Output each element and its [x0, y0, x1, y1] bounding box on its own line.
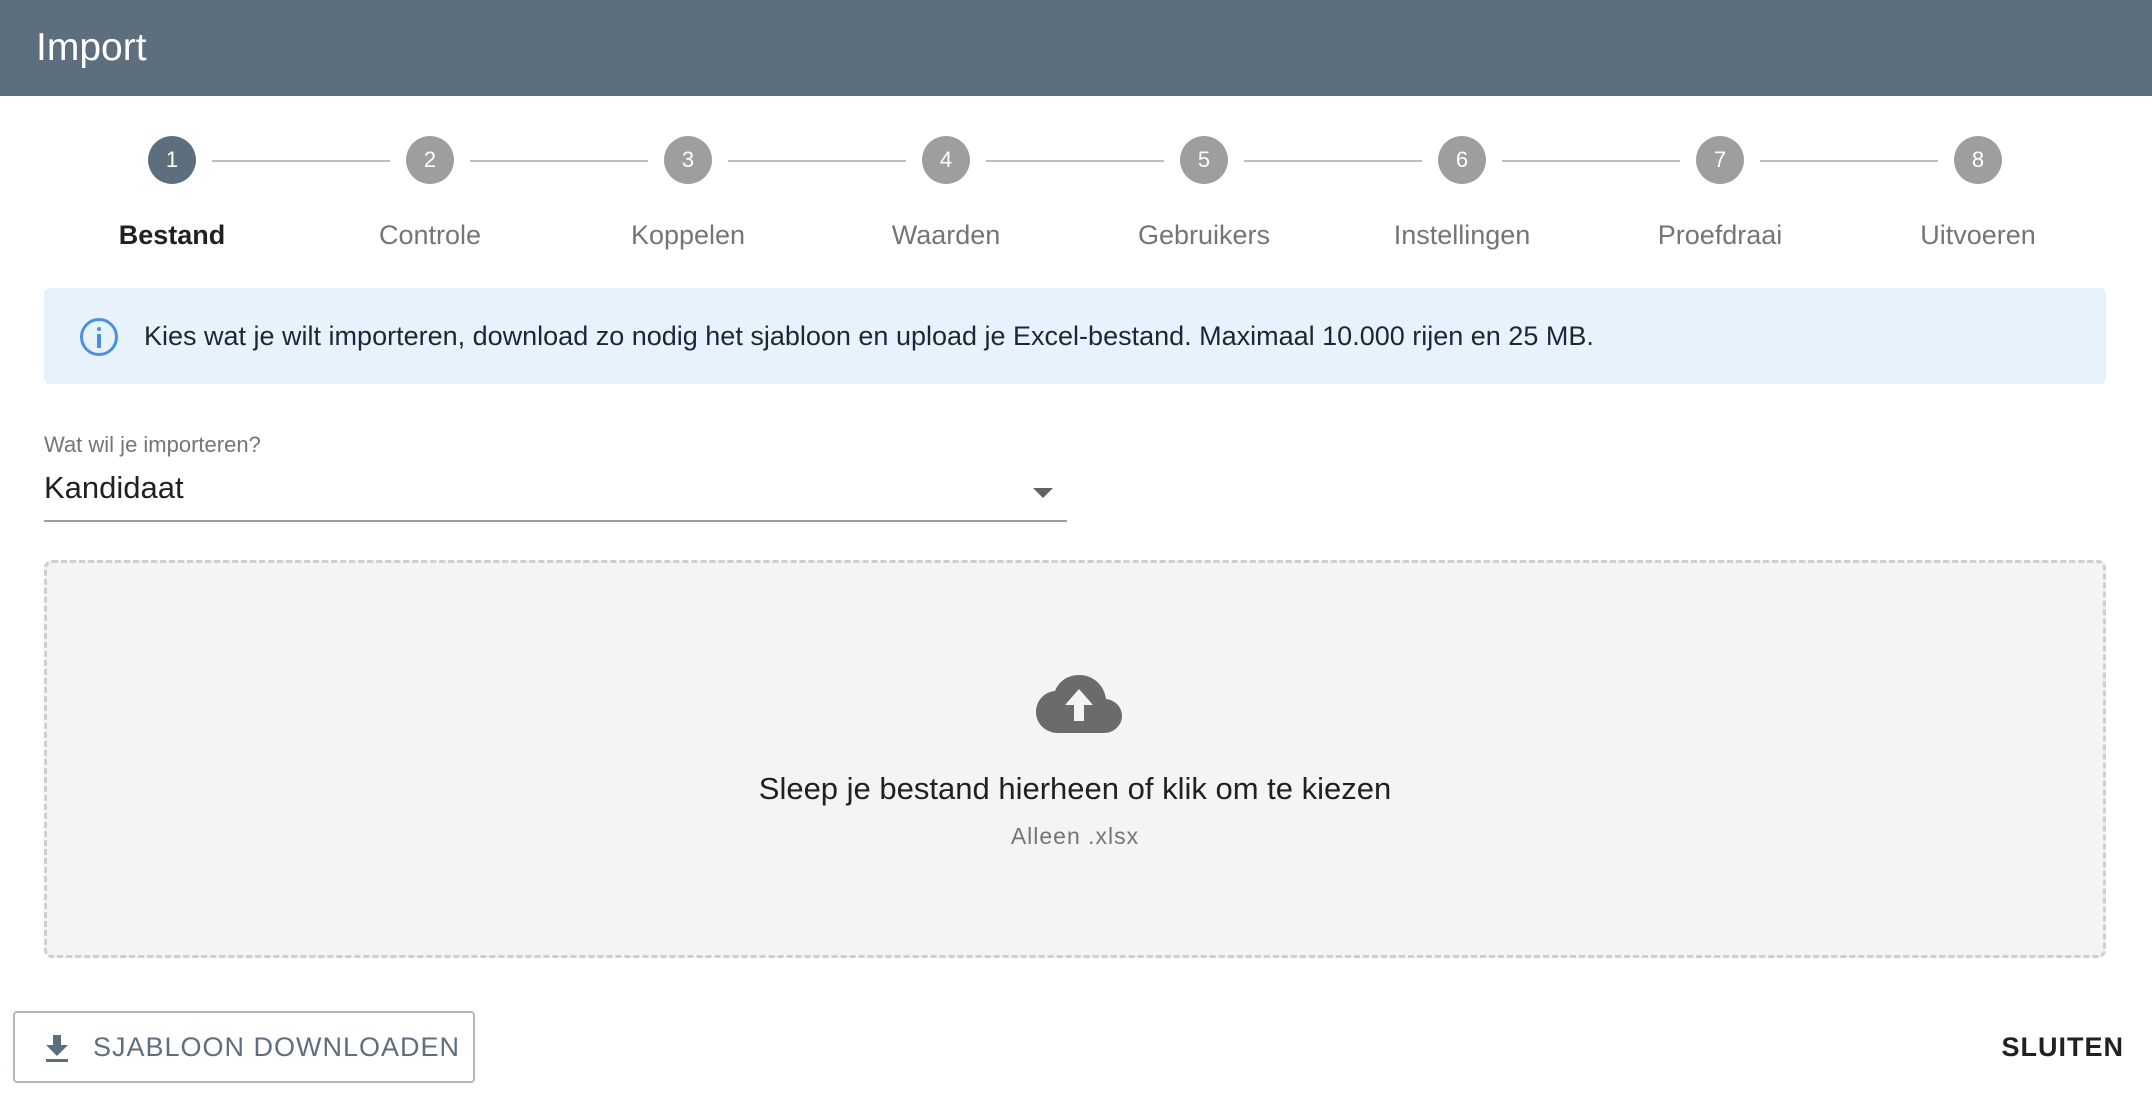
step-connector [728, 160, 906, 162]
download-template-button[interactable]: SJABLOON DOWNLOADEN [13, 1011, 475, 1083]
info-text: Kies wat je wilt importeren, download zo… [144, 321, 1594, 351]
step-number: 7 [1696, 136, 1744, 184]
step-connector [212, 160, 390, 162]
step-label: Instellingen [1393, 220, 1531, 250]
dropzone-subtitle: Alleen .xlsx [1010, 823, 1140, 849]
info-banner: Kies wat je wilt importeren, download zo… [44, 288, 2106, 384]
step-number: 5 [1180, 136, 1228, 184]
step-label: Uitvoeren [1920, 220, 2036, 250]
step-number: 6 [1438, 136, 1486, 184]
step-connector [470, 160, 648, 162]
download-icon [46, 1035, 68, 1062]
dialog-title: Import [36, 26, 147, 69]
step-label: Bestand [118, 220, 226, 250]
import-type-label: Wat wil je importeren? [44, 432, 261, 457]
step-label: Waarden [891, 220, 1001, 250]
step-connector [1502, 160, 1680, 162]
dropzone-title: Sleep je bestand hierheen of klik om te … [758, 771, 1392, 806]
step-number: 4 [922, 136, 970, 184]
close-button[interactable]: SLUITEN [2001, 1011, 2124, 1083]
step-label: Koppelen [630, 220, 746, 250]
dialog-header: Import [0, 0, 2152, 96]
step-number: 8 [1954, 136, 2002, 184]
step-label: Controle [378, 220, 482, 250]
chevron-down-icon[interactable] [1033, 488, 1053, 498]
step-connector [1244, 160, 1422, 162]
step-number: 3 [664, 136, 712, 184]
cloud-upload-icon [1036, 675, 1122, 733]
import-type-value: Kandidaat [44, 470, 184, 505]
file-dropzone[interactable]: Sleep je bestand hierheen of klik om te … [44, 560, 2106, 958]
step-label: Gebruikers [1137, 220, 1271, 250]
info-icon [80, 318, 118, 356]
step-number: 1 [148, 136, 196, 184]
import-type-select[interactable]: Kandidaat [44, 462, 1067, 522]
step-connector [1760, 160, 1938, 162]
step-label: Proefdraai [1657, 220, 1783, 250]
step-number: 2 [406, 136, 454, 184]
step-connector [986, 160, 1164, 162]
download-template-label: SJABLOON DOWNLOADEN [93, 1032, 461, 1062]
import-stepper: 1 Bestand 2 Controle 3 Koppelen 4 Waarden 5 Gebru… [0, 136, 2152, 256]
